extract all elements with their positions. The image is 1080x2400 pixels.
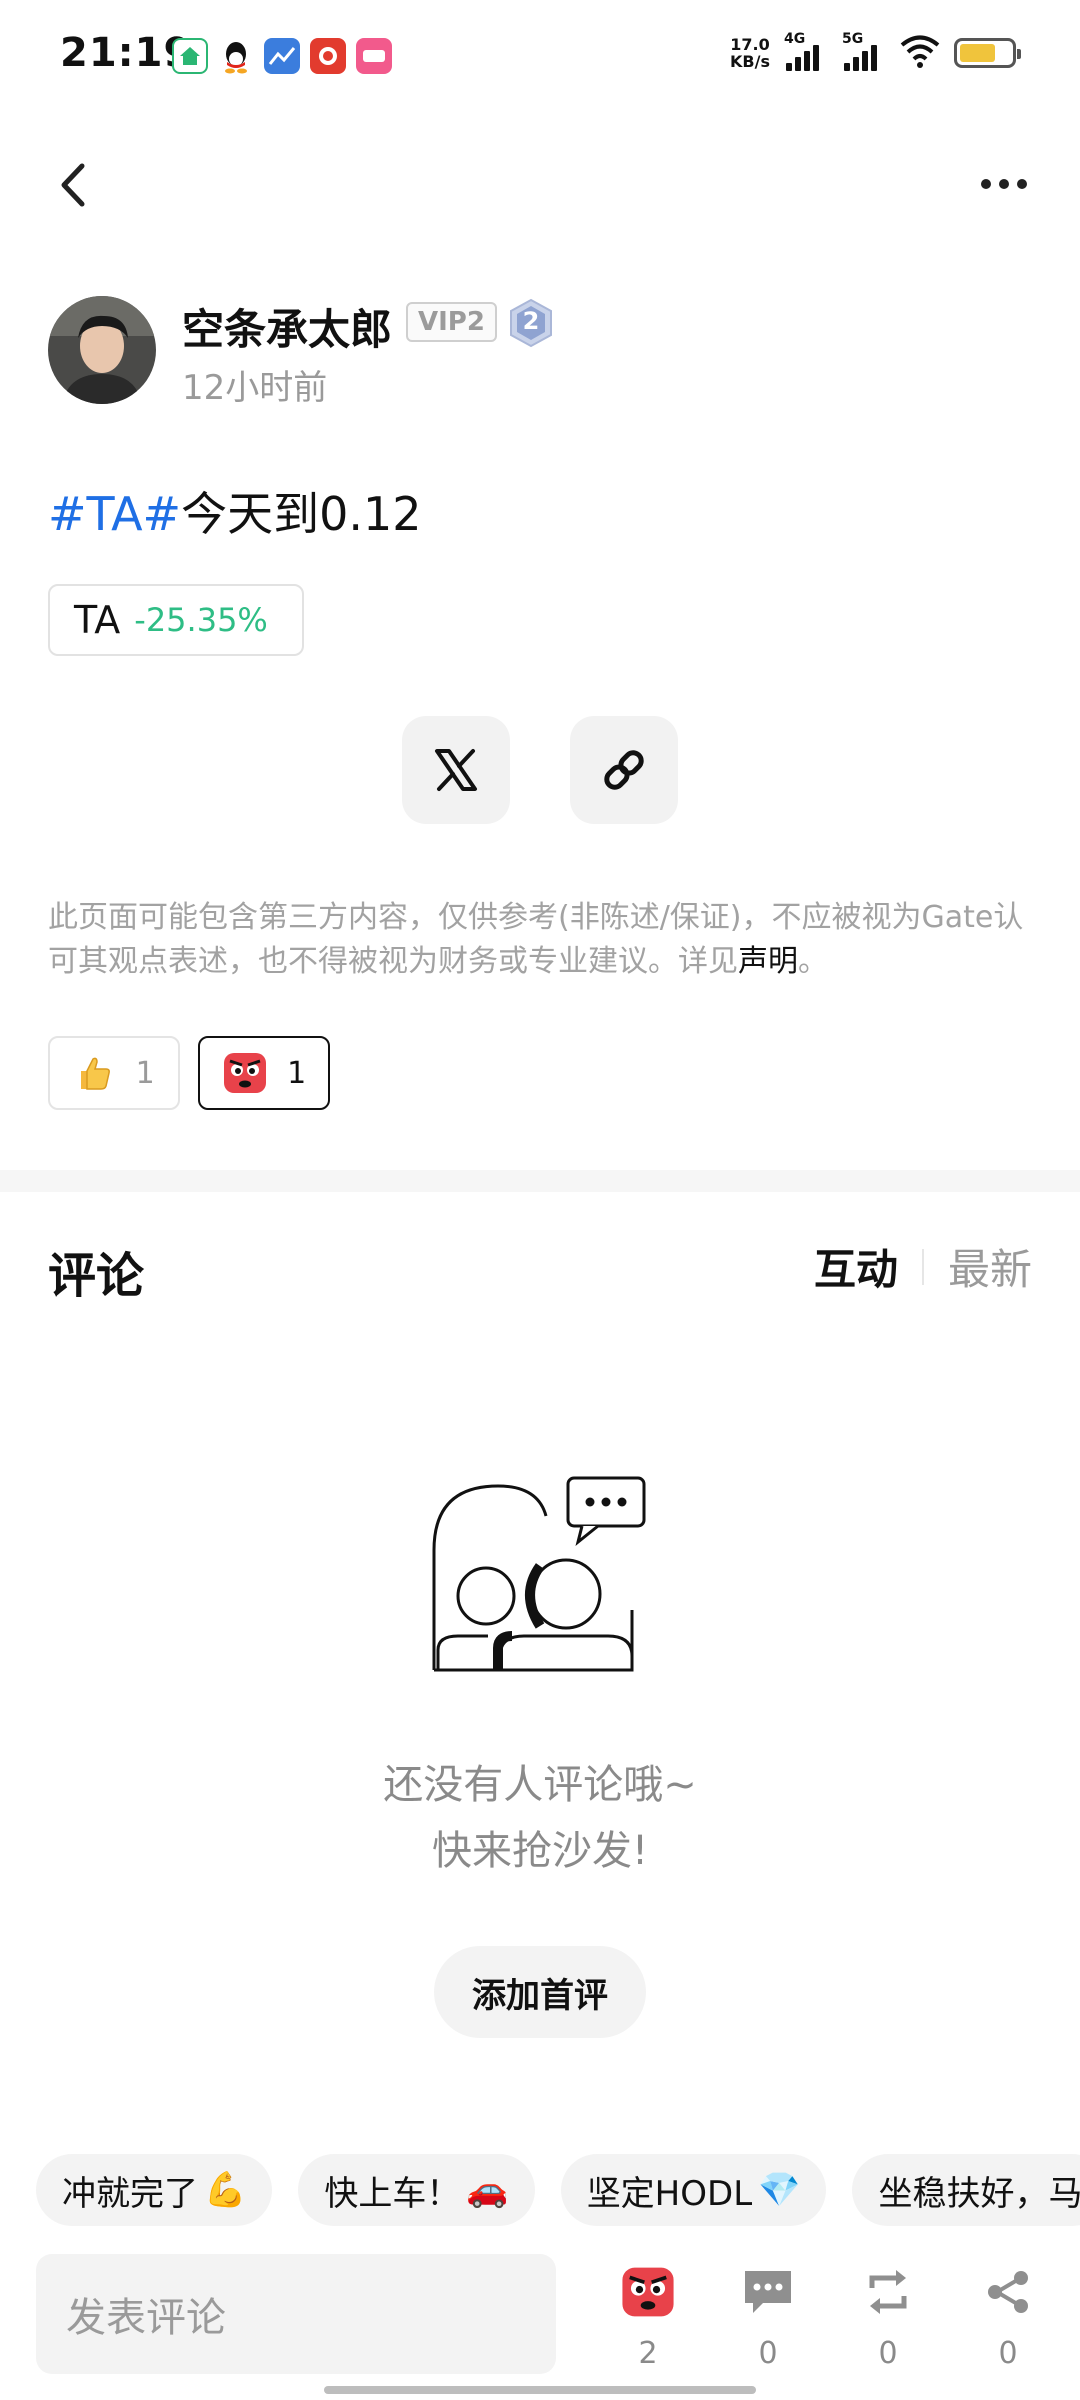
author-name[interactable]: 空条承太郎 — [182, 296, 392, 357]
token-change: -25.35% — [134, 601, 268, 639]
mall-app-icon — [172, 38, 208, 74]
quick-reply-chip[interactable]: 快上车！ 🚗 — [298, 2154, 535, 2226]
network-speed: 17.0 KB/s — [730, 36, 770, 70]
add-first-comment-button[interactable]: 添加首评 — [434, 1946, 646, 2038]
more-dots-icon — [981, 179, 991, 189]
muscle-emoji: 💪 — [204, 2170, 247, 2210]
reaction-count: 1 — [287, 1055, 307, 1091]
vip-badge: VIP2 — [406, 302, 497, 342]
disclaimer-link[interactable]: 声明 — [738, 944, 798, 979]
repost-icon — [869, 2270, 907, 2314]
quick-reply-text: 坚定HODL — [586, 2173, 753, 2214]
quick-reply-text: 冲就完了 — [62, 2173, 198, 2214]
wifi-icon — [900, 34, 940, 72]
empty-message-line2: 快来抢沙发! — [431, 1828, 649, 1874]
speed-value: 17.0 — [730, 35, 770, 54]
tab-latest[interactable]: 最新 — [948, 1236, 1032, 1297]
back-button[interactable] — [48, 150, 98, 220]
comment-input[interactable]: 发表评论 — [36, 2254, 556, 2374]
repost-count: 0 — [878, 2336, 898, 2371]
share-to-x-button[interactable] — [402, 716, 510, 824]
home-indicator[interactable] — [324, 2386, 756, 2394]
quick-reply-chip[interactable]: 冲就完了 💪 — [36, 2154, 273, 2226]
comment-bubble-icon — [745, 2271, 791, 2313]
battery-icon — [954, 38, 1021, 68]
notification-app-icons — [172, 38, 392, 74]
quick-reply-chip[interactable]: 坚定HODL 💎 — [560, 2154, 827, 2226]
chevron-left-icon — [61, 163, 85, 207]
empty-message-line1: 还没有人评论哦~ — [383, 1762, 697, 1808]
token-chip[interactable]: TA -25.35% — [48, 584, 304, 656]
taobao-icon — [310, 38, 346, 74]
reaction-thumbs-up[interactable]: 1 — [48, 1036, 180, 1110]
share-button[interactable]: 0 — [968, 2262, 1048, 2382]
author-avatar[interactable] — [48, 296, 156, 404]
comments-title: 评论 — [48, 1248, 145, 1304]
reaction-count: 1 — [135, 1055, 155, 1091]
token-symbol: TA — [74, 598, 121, 642]
post-body: 今天到0.12 — [181, 487, 422, 541]
comment-count: 0 — [758, 2336, 778, 2371]
quick-reply-text: 坐稳扶好，马 — [878, 2173, 1080, 2214]
level-number: 2 — [522, 307, 540, 335]
thumbs-up-icon — [81, 1057, 111, 1090]
section-divider — [0, 1170, 1080, 1192]
gem-emoji: 💎 — [758, 2170, 801, 2210]
angry-face-icon — [223, 1053, 266, 1093]
qq-icon — [218, 38, 254, 74]
empty-comments-illustration — [428, 1476, 652, 1706]
disclaimer-end: 。 — [798, 944, 828, 979]
more-options-button[interactable] — [968, 160, 1040, 208]
tab-separator — [921, 1248, 924, 1285]
react-button[interactable]: 2 — [608, 2262, 688, 2382]
status-indicators: 17.0 KB/s 4G 5G — [730, 31, 1021, 72]
finance-app-icon — [264, 38, 300, 74]
status-bar: 21:19 17.0 KB/s 4G 5G — [0, 0, 1080, 110]
link-icon — [604, 750, 644, 790]
tab-interactive[interactable]: 互动 — [814, 1236, 898, 1297]
signal-5g-icon: 5G — [842, 31, 886, 71]
lalala-app-icon — [356, 38, 392, 74]
share-count: 0 — [998, 2336, 1018, 2371]
repost-button[interactable]: 0 — [848, 2262, 928, 2382]
post-time: 12小时前 — [182, 368, 328, 408]
react-count: 2 — [638, 2336, 658, 2371]
signal-4g-icon: 4G — [784, 31, 828, 71]
disclaimer-text: 此页面可能包含第三方内容，仅供参考(非陈述/保证)，不应被视为Gate认可其观点… — [48, 900, 1024, 979]
quick-replies: 冲就完了 💪 快上车！ 🚗 坚定HODL 💎 坐稳扶好，马 — [36, 2154, 1080, 2228]
speed-unit: KB/s — [730, 52, 770, 71]
reaction-angry[interactable]: 1 — [198, 1036, 330, 1110]
copy-link-button[interactable] — [570, 716, 678, 824]
angry-face-icon — [622, 2267, 674, 2317]
hashtag-link[interactable]: #TA# — [48, 487, 181, 541]
disclaimer: 此页面可能包含第三方内容，仅供参考(非陈述/保证)，不应被视为Gate认可其观点… — [48, 896, 1032, 984]
quick-reply-text: 快上车！ — [324, 2173, 461, 2214]
car-emoji: 🚗 — [466, 2170, 509, 2210]
x-logo-icon — [435, 749, 477, 791]
comment-sort-tabs: 互动 最新 — [814, 1236, 1032, 1297]
quick-reply-chip[interactable]: 坐稳扶好，马 — [852, 2154, 1080, 2226]
comment-button[interactable]: 0 — [728, 2262, 808, 2382]
post-text: #TA#今天到0.12 — [48, 478, 422, 544]
share-icon — [988, 2271, 1028, 2313]
level-badge-icon: 2 — [508, 298, 554, 348]
